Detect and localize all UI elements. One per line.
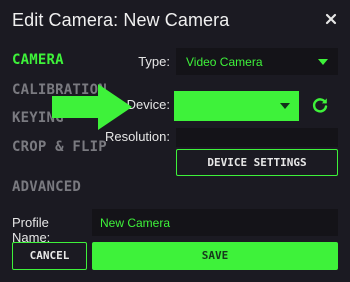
sidebar-item-crop-flip[interactable]: CROP & FLIP: [12, 139, 107, 155]
device-select[interactable]: [174, 91, 299, 121]
arrow-right-icon: [52, 84, 132, 130]
sidebar-item-advanced[interactable]: ADVANCED: [12, 179, 81, 195]
chevron-down-icon: [318, 59, 328, 65]
profile-name-input[interactable]: [92, 209, 338, 236]
cancel-button[interactable]: CANCEL: [12, 242, 87, 270]
sidebar-item-camera[interactable]: CAMERA: [12, 52, 64, 68]
refresh-icon[interactable]: [311, 96, 329, 114]
type-select[interactable]: Video Camera: [176, 48, 338, 75]
chevron-down-icon: [280, 103, 290, 109]
resolution-label: Resolution:: [104, 129, 170, 144]
close-icon[interactable]: [324, 12, 338, 26]
profile-name-label: Profile Name:: [12, 215, 51, 245]
save-button[interactable]: SAVE: [92, 242, 338, 270]
type-select-value: Video Camera: [186, 55, 263, 69]
type-label: Type:: [138, 54, 170, 69]
device-settings-button[interactable]: DEVICE SETTINGS: [176, 149, 338, 176]
resolution-select[interactable]: [176, 128, 338, 147]
edit-camera-dialog: Edit Camera: New Camera CAMERA CALIBRATI…: [0, 0, 350, 282]
dialog-title: Edit Camera: New Camera: [12, 10, 230, 30]
